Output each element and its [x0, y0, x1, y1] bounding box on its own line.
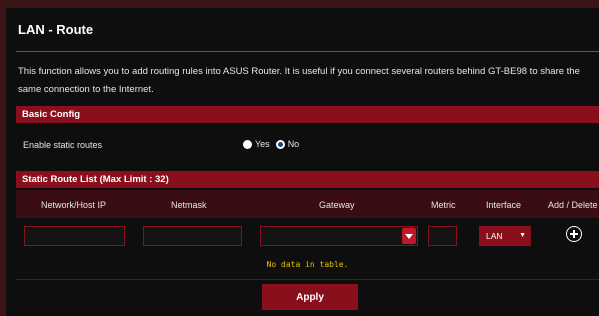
interface-select[interactable]: LAN ▼ [479, 226, 531, 246]
page-title: LAN - Route [18, 22, 94, 37]
col-network-ip: Network/Host IP [41, 200, 107, 210]
netmask-input[interactable] [143, 226, 242, 246]
interface-value: LAN [486, 231, 503, 241]
col-interface: Interface [486, 200, 522, 210]
radio-no[interactable] [275, 139, 285, 149]
apply-button[interactable]: Apply [262, 284, 358, 310]
plus-circle-icon[interactable] [566, 226, 582, 242]
static-routes-row: Enable static routes Yes No [16, 129, 599, 159]
radio-no-label[interactable]: No [288, 139, 300, 149]
dropdown-arrow-icon: ▼ [519, 232, 526, 239]
empty-table-message: No data in table. [266, 260, 349, 269]
metric-input[interactable] [428, 226, 457, 246]
radio-yes-label[interactable]: Yes [255, 139, 270, 149]
radio-yes[interactable] [243, 139, 252, 149]
settings-panel: LAN - Route This function allows you to … [6, 8, 599, 316]
static-routes-label: Enable static routes [23, 140, 103, 150]
basic-config-header: Basic Config [16, 106, 599, 123]
page-description: This function allows you to add routing … [18, 66, 580, 95]
static-routes-radio-group: Yes No [243, 139, 305, 149]
col-netmask: Netmask [171, 200, 207, 210]
col-add-delete: Add / Delete [548, 200, 598, 210]
bottom-divider [16, 279, 599, 280]
chevron-down-icon[interactable] [402, 228, 416, 244]
title-divider [16, 51, 599, 52]
route-table-header: Network/Host IP Netmask Gateway Metric I… [16, 190, 599, 218]
col-gateway: Gateway [319, 200, 355, 210]
col-metric: Metric [431, 200, 456, 210]
network-ip-input[interactable] [24, 226, 125, 246]
route-list-header: Static Route List (Max Limit : 32) [16, 171, 599, 188]
new-route-row: LAN ▼ [16, 221, 599, 251]
gateway-input[interactable] [260, 226, 418, 246]
